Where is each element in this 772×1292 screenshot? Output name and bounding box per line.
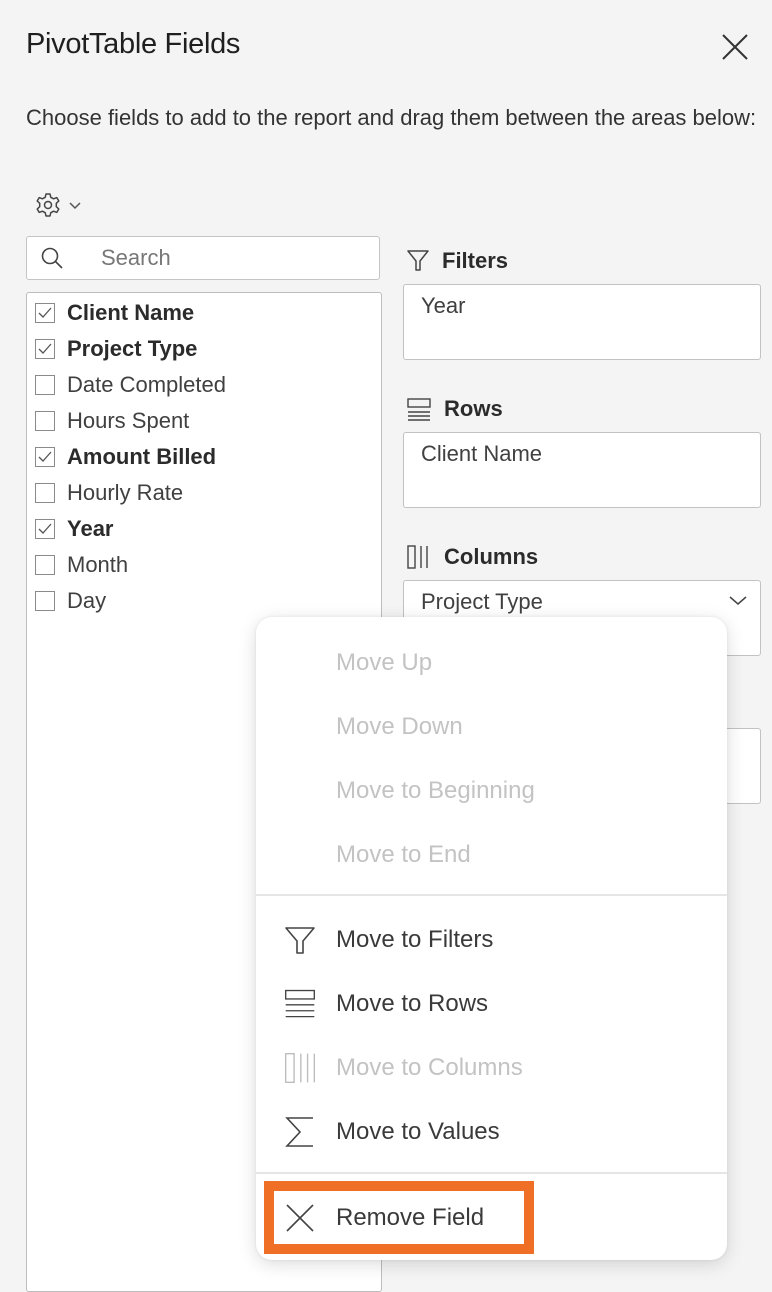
menu-item-move-to-filters[interactable]: Move to Filters	[256, 910, 727, 970]
menu-item-move-down[interactable]: Move Down	[256, 697, 727, 757]
menu-item-remove-field[interactable]: Remove Field	[256, 1188, 727, 1248]
columns-area-header: Columns	[406, 542, 538, 572]
field-label: Year	[67, 516, 114, 541]
checkbox-checked[interactable]	[35, 447, 55, 467]
menu-item-label: Move to Columns	[336, 1054, 523, 1081]
pane-description: Choose fields to add to the report and d…	[26, 105, 757, 130]
menu-item-move-to-columns[interactable]: Move to Columns	[256, 1038, 727, 1098]
gear-icon	[36, 193, 60, 217]
checkbox-checked[interactable]	[35, 339, 55, 359]
rows-area-header: Rows	[406, 394, 503, 424]
pane-title: PivotTable Fields	[26, 28, 241, 60]
checkbox-unchecked[interactable]	[35, 411, 55, 431]
field-client-name[interactable]: Client Name	[35, 296, 194, 330]
field-label: Client Name	[67, 300, 195, 325]
filters-drop-area[interactable]: Year	[403, 284, 761, 360]
menu-item-move-to-values[interactable]: Move to Values	[256, 1102, 727, 1162]
filters-label: Filters	[442, 248, 509, 273]
menu-item-move-to-end[interactable]: Move to End	[256, 825, 727, 885]
chevron-down-icon[interactable]	[728, 593, 748, 607]
rows-label: Rows	[444, 396, 503, 421]
field-label: Month	[67, 552, 129, 577]
columns-item[interactable]: Project Type	[421, 589, 760, 615]
menu-item-move-up[interactable]: Move Up	[256, 633, 727, 693]
field-label: Amount Billed	[67, 444, 217, 469]
field-month[interactable]: Month	[35, 548, 128, 582]
columns-label: Columns	[444, 544, 539, 569]
filter-icon	[284, 922, 316, 958]
field-label: Hours Spent	[67, 408, 190, 433]
field-label: Date Completed	[67, 372, 226, 397]
close-icon	[284, 1200, 316, 1236]
menu-item-label: Move to Filters	[336, 926, 494, 953]
field-project-type[interactable]: Project Type	[35, 332, 197, 366]
field-label: Day	[67, 588, 107, 613]
search-icon	[41, 247, 63, 269]
menu-item-label: Move Down	[336, 713, 463, 740]
menu-item-move-to-beginning[interactable]: Move to Beginning	[256, 761, 727, 821]
menu-item-label: Remove Field	[336, 1204, 485, 1231]
checkbox-unchecked[interactable]	[35, 591, 55, 611]
menu-item-label: Move to Rows	[336, 990, 489, 1017]
menu-separator	[256, 1172, 727, 1174]
checkbox-unchecked[interactable]	[35, 555, 55, 575]
menu-item-label: Move to End	[336, 841, 471, 868]
field-label: Project Type	[67, 336, 198, 361]
field-hourly-rate[interactable]: Hourly Rate	[35, 476, 183, 510]
filters-area-header: Filters	[406, 246, 508, 276]
filters-item[interactable]: Year	[421, 293, 760, 319]
menu-separator	[256, 894, 727, 896]
columns-icon	[407, 545, 428, 569]
checkbox-checked[interactable]	[35, 303, 55, 323]
checkbox-checked[interactable]	[35, 519, 55, 539]
checkbox-unchecked[interactable]	[35, 375, 55, 395]
field-date-completed[interactable]: Date Completed	[35, 368, 226, 402]
rows-item[interactable]: Client Name	[421, 441, 760, 467]
sigma-icon	[284, 1114, 316, 1150]
search-input[interactable]	[99, 244, 363, 272]
menu-item-label: Move to Values	[336, 1118, 500, 1145]
settings-button[interactable]	[34, 190, 82, 220]
field-day[interactable]: Day	[35, 584, 106, 618]
field-context-menu: Move Up Move Down Move to Beginning Move…	[256, 617, 727, 1260]
menu-item-label: Move to Beginning	[336, 777, 535, 804]
columns-icon	[284, 1050, 316, 1086]
menu-item-label: Move Up	[336, 649, 433, 676]
field-year[interactable]: Year	[35, 512, 114, 546]
rows-icon	[284, 986, 316, 1022]
rows-icon	[407, 398, 431, 421]
filter-icon	[407, 250, 429, 271]
field-hours-spent[interactable]: Hours Spent	[35, 404, 189, 438]
rows-drop-area[interactable]: Client Name	[403, 432, 761, 508]
field-amount-billed[interactable]: Amount Billed	[35, 440, 216, 474]
checkbox-unchecked[interactable]	[35, 483, 55, 503]
close-icon	[722, 34, 748, 60]
field-label: Hourly Rate	[67, 480, 184, 505]
menu-item-move-to-rows[interactable]: Move to Rows	[256, 974, 727, 1034]
search-box[interactable]	[26, 236, 380, 280]
chevron-down-icon	[69, 202, 81, 210]
close-button[interactable]	[718, 30, 752, 64]
